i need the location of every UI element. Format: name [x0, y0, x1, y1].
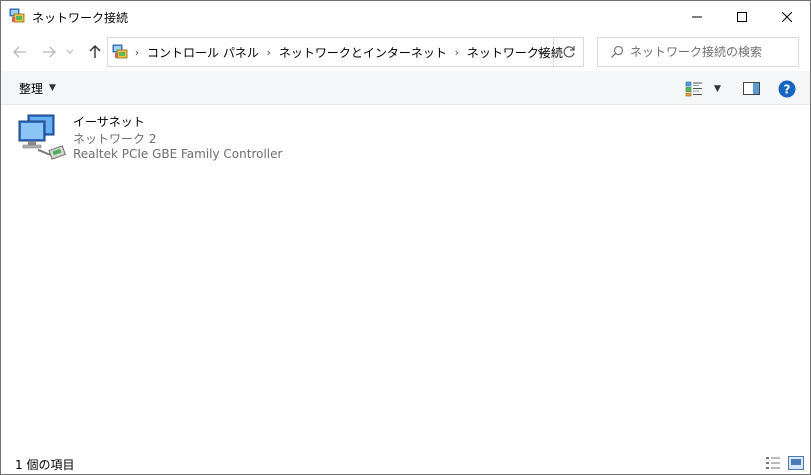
arrow-left-icon [13, 46, 26, 58]
network-connections-icon [112, 44, 128, 59]
arrow-right-icon [43, 46, 56, 58]
close-button[interactable] [764, 1, 810, 32]
search-icon [611, 45, 624, 58]
search-input[interactable] [630, 42, 795, 62]
status-bar: 1 個の項目 [1, 451, 810, 474]
breadcrumb-control-panel[interactable]: コントロール パネル [144, 44, 262, 61]
breadcrumb: › コントロール パネル › ネットワークとインターネット › ネットワーク接続 [130, 38, 566, 66]
connection-adapter: Realtek PCIe GBE Family Controller [73, 147, 283, 161]
search-box[interactable] [597, 37, 799, 67]
details-view-icon[interactable] [765, 456, 781, 470]
organize-label: 整理 [19, 81, 44, 96]
chevron-down-icon [66, 49, 74, 54]
chevron-down-icon [537, 49, 547, 55]
organize-button[interactable]: 整理 ▼ [13, 77, 62, 99]
large-icons-view-icon[interactable] [788, 456, 804, 470]
minimize-icon [692, 16, 702, 17]
window-title: ネットワーク接続 [32, 11, 129, 25]
breadcrumb-network-internet[interactable]: ネットワークとインターネット [276, 44, 450, 61]
back-button[interactable] [9, 41, 31, 63]
breadcrumb-separator[interactable]: › [262, 46, 276, 59]
close-icon [782, 11, 792, 22]
address-dropdown-button[interactable] [531, 38, 553, 66]
preview-pane-icon[interactable] [742, 80, 762, 98]
list-item[interactable]: イーサネット ネットワーク 2 Realtek PCIe GBE Family … [16, 112, 282, 164]
forward-button[interactable] [38, 41, 60, 63]
maximize-icon [737, 11, 747, 22]
connection-name: イーサネット [73, 115, 145, 129]
connection-network: ネットワーク 2 [73, 132, 157, 146]
recent-locations-button[interactable] [63, 41, 77, 63]
command-bar: 整理 ▼ ▼ ? [1, 71, 810, 105]
maximize-button[interactable] [719, 1, 765, 32]
explorer-window: ネットワーク接続 › コントロール パネル › ネットワークとインターネット ›… [0, 0, 811, 475]
refresh-button[interactable] [554, 37, 584, 67]
help-icon[interactable]: ? [778, 80, 796, 98]
view-options-icon [685, 81, 702, 97]
change-view-button[interactable]: ▼ [685, 79, 727, 99]
network-connections-icon [9, 8, 25, 23]
item-count: 1 個の項目 [15, 458, 75, 472]
breadcrumb-separator[interactable]: › [130, 46, 144, 59]
arrow-up-icon [89, 45, 101, 58]
minimize-button[interactable] [674, 1, 720, 32]
svg-text:?: ? [784, 83, 791, 97]
caret-down-icon: ▼ [714, 84, 721, 94]
connections-list: イーサネット ネットワーク 2 Realtek PCIe GBE Family … [1, 106, 810, 449]
breadcrumb-separator[interactable]: › [450, 46, 464, 59]
title-bar: ネットワーク接続 [1, 1, 810, 33]
refresh-icon [563, 46, 575, 58]
address-bar[interactable]: › コントロール パネル › ネットワークとインターネット › ネットワーク接続 [107, 37, 563, 67]
up-button[interactable] [84, 41, 106, 63]
caret-down-icon: ▼ [49, 83, 56, 93]
ethernet-adapter-icon [18, 114, 66, 160]
